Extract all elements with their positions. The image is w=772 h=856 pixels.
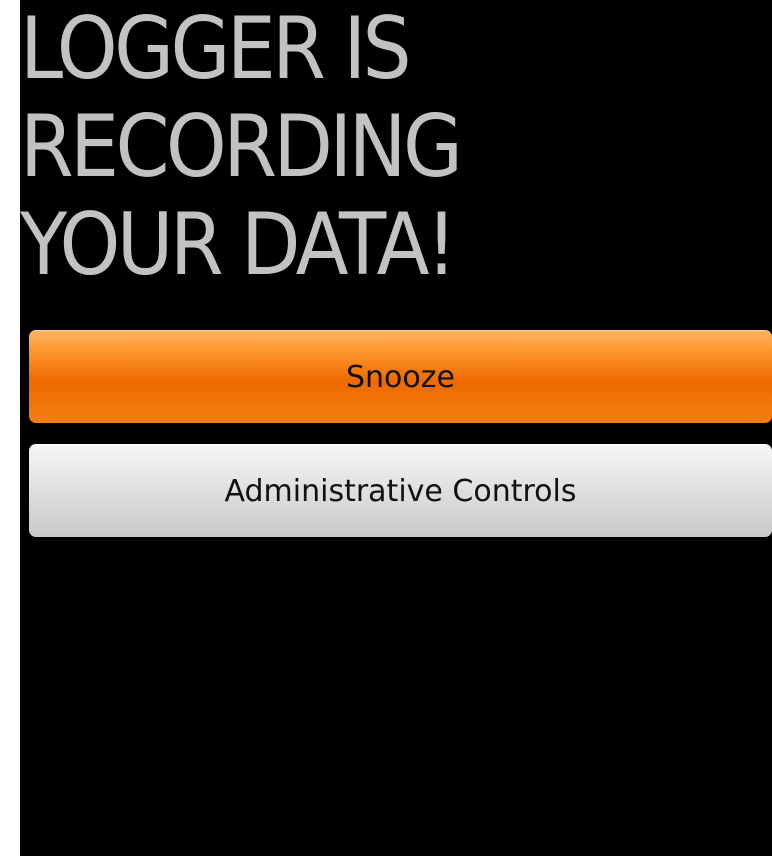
administrative-controls-button[interactable]: Administrative Controls [29, 444, 772, 537]
app-screen: LOGGER IS RECORDING YOUR DATA! Snooze Ad… [20, 0, 772, 856]
status-headline: LOGGER IS RECORDING YOUR DATA! [20, 0, 463, 295]
snooze-button[interactable]: Snooze [29, 330, 772, 423]
